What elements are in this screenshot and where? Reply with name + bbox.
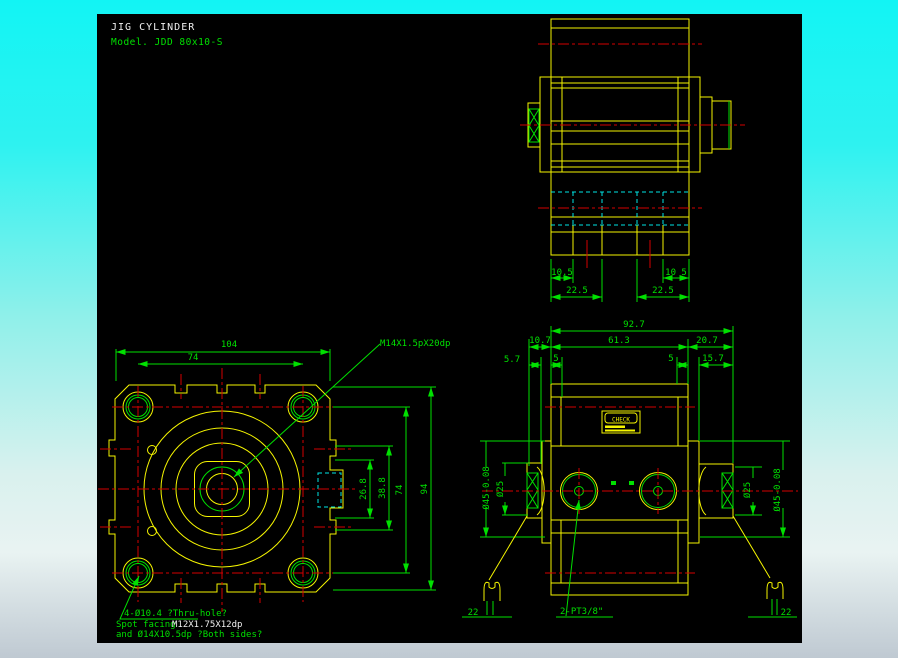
dim-slot-right: 5 <box>668 354 673 364</box>
dim-mid-section: 61.3 <box>608 336 630 346</box>
dim-rod-ext-right: 15.7 <box>702 354 724 364</box>
dim-top-right-offset: 10 5 <box>665 268 687 278</box>
dim-bore-right: Ø45-0.08 <box>772 468 783 511</box>
dim-left-section: 10.7 <box>529 336 551 346</box>
note-spot-facing-spec: M12X1.75X12dp <box>172 620 242 630</box>
dim-squareness-right: 22 <box>781 608 792 618</box>
cad-viewport: JIG CYLINDER Model. JDD 80x10-S <box>0 0 898 658</box>
dim-rod-ext-left: 5.7 <box>504 355 520 365</box>
dim-port-outer: 38.8 <box>378 477 388 499</box>
dim-port-inner: 26.8 <box>359 478 369 500</box>
dim-slot-left: 5 <box>553 354 558 364</box>
dim-rod-dia-left: Ø25 <box>495 481 506 497</box>
dim-right-section: 20.7 <box>696 336 718 346</box>
dim-bolt-pitch-v: 74 <box>395 485 405 496</box>
dim-top-left-offset: 10.5 <box>551 268 573 278</box>
dim-total-width: 92.7 <box>623 320 645 330</box>
dim-body-height: 94 <box>420 484 430 495</box>
drawing-area <box>97 14 802 643</box>
drawing-model: Model. JDD 80x10-S <box>111 37 223 48</box>
nameplate-label: CHECK <box>612 417 630 424</box>
dim-rod-dia-right: Ø25 <box>742 482 753 498</box>
dim-body-width: 104 <box>221 340 237 350</box>
thread-callout: M14X1.5pX20dp <box>380 339 450 349</box>
dim-bolt-pitch-h: 74 <box>188 353 199 363</box>
dim-top-left-pitch: 22.5 <box>566 286 588 296</box>
drawing-canvas: JIG CYLINDER Model. JDD 80x10-S <box>0 0 898 658</box>
dim-bore-left: Ø45-0.08 <box>481 466 492 509</box>
note-spot-facing: Spot facing <box>116 620 176 630</box>
drawing-title: JIG CYLINDER <box>111 22 195 33</box>
port-callout: 2-PT3/8" <box>560 607 603 617</box>
dim-squareness-left: 22 <box>468 608 479 618</box>
dim-top-right-pitch: 22.5 <box>652 286 674 296</box>
note-thru-hole: 4-Ø10.4 ?Thru-hole? <box>124 608 227 619</box>
note-both-sides: and Ø14X10.5dp ?Both sides? <box>116 629 262 640</box>
